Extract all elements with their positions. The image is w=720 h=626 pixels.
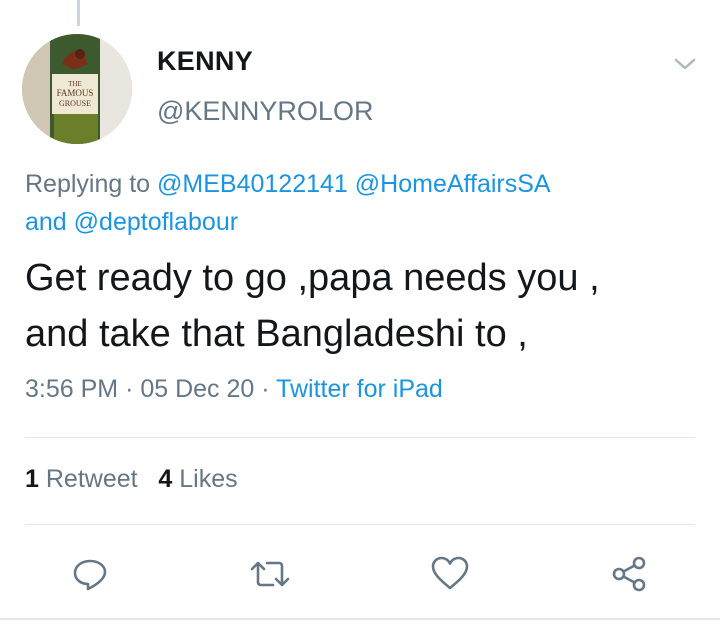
divider <box>25 524 695 525</box>
tweet-metadata: 3:56 PM · 05 Dec 20 · Twitter for iPad <box>25 375 443 404</box>
bottom-divider <box>0 618 720 620</box>
retweet-label: Retweet <box>45 465 138 493</box>
like-icon <box>431 556 469 590</box>
likes-stat[interactable]: 4 Likes <box>158 465 237 493</box>
share-button[interactable] <box>608 552 652 596</box>
likes-count: 4 <box>158 465 173 493</box>
retweets-stat[interactable]: 1 Retweet <box>25 465 138 493</box>
author-handle[interactable]: @KENNYROLOR <box>157 96 373 127</box>
replying-to-line-1: Replying to @MEB40122141 @HomeAffairsSA <box>25 165 705 203</box>
reply-icon <box>73 559 107 591</box>
mention-link[interactable]: @MEB40122141 <box>157 170 348 198</box>
tweet-time: 3:56 PM <box>25 375 119 403</box>
avatar[interactable]: THE FAMOUS GROUSE <box>22 34 132 144</box>
tweet-text-line: Get ready to go ,papa needs you , <box>25 257 600 299</box>
tweet-source-link[interactable]: Twitter for iPad <box>276 375 443 403</box>
mention-joiner: and <box>25 208 74 236</box>
meta-separator: · <box>261 375 270 403</box>
retweet-icon <box>250 561 290 587</box>
svg-text:THE: THE <box>68 80 82 88</box>
tweet-stats: 1 Retweet 4 Likes <box>25 465 238 494</box>
author-name[interactable]: KENNY <box>157 46 253 77</box>
reply-button[interactable] <box>68 552 112 596</box>
likes-label: Likes <box>179 465 238 493</box>
share-icon <box>612 556 646 592</box>
divider <box>25 437 695 438</box>
mention-link[interactable]: @HomeAffairsSA <box>355 170 551 198</box>
retweet-button[interactable] <box>248 552 292 596</box>
retweet-count: 1 <box>25 465 39 493</box>
replying-to-label: Replying to <box>25 170 158 198</box>
thread-connector-line <box>77 0 80 26</box>
avatar-image: THE FAMOUS GROUSE <box>22 34 132 144</box>
tweet-menu-button[interactable] <box>670 50 700 78</box>
tweet-date: 05 Dec 20 <box>140 375 255 403</box>
tweet-text-line: and take that Bangladeshi to , <box>25 313 528 355</box>
tweet-text: Get ready to go ,papa needs you , and ta… <box>25 250 705 362</box>
mention-link[interactable]: @deptoflabour <box>74 208 238 236</box>
replying-to-line-2: and @deptoflabour <box>25 203 705 241</box>
like-button[interactable] <box>428 552 472 596</box>
svg-text:FAMOUS: FAMOUS <box>57 88 94 98</box>
chevron-down-icon <box>674 58 696 70</box>
meta-separator: · <box>125 375 134 403</box>
svg-text:GROUSE: GROUSE <box>59 99 91 108</box>
